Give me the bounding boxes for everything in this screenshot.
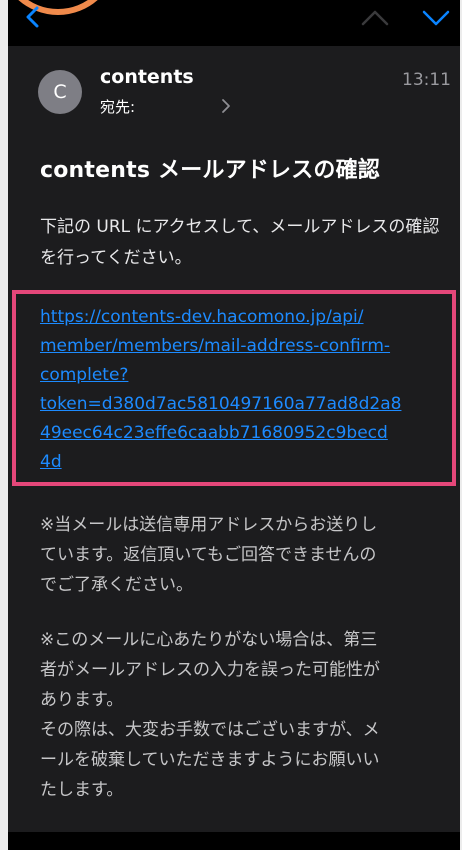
sender-name[interactable]: contents xyxy=(100,66,194,88)
body-intro: 下記の URL にアクセスして、メールアドレスの確認を行ってください。 xyxy=(40,217,440,268)
chevron-left-icon[interactable] xyxy=(23,6,45,28)
recipient-label[interactable]: 宛先: xyxy=(100,96,135,117)
body-note-2: ※このメールに心あたりがない場合は、第三 者がメールアドレスの入力を誤った可能性… xyxy=(40,630,380,800)
chevron-down-icon[interactable] xyxy=(421,6,451,30)
confirm-link[interactable]: https://contents-dev.hacomono.jp/api/ me… xyxy=(40,303,450,477)
message-header: C contents 宛先: 13:11 xyxy=(8,46,460,136)
body-note-1: ※当メールは送信専用アドレスからお送りし ています。返信頂いてもご回答できません… xyxy=(40,515,378,595)
chevron-right-icon[interactable] xyxy=(220,98,232,114)
mail-view: C contents 宛先: 13:11 contents メールアドレスの確認… xyxy=(8,0,460,850)
message-subject: contents メールアドレスの確認 xyxy=(40,158,380,183)
avatar[interactable]: C xyxy=(38,70,82,114)
toolbar-edge xyxy=(8,832,460,850)
timestamp: 13:11 xyxy=(402,70,451,90)
avatar-initial: C xyxy=(53,81,67,103)
chevron-up-icon[interactable] xyxy=(360,6,390,30)
nav-bar xyxy=(8,0,460,46)
